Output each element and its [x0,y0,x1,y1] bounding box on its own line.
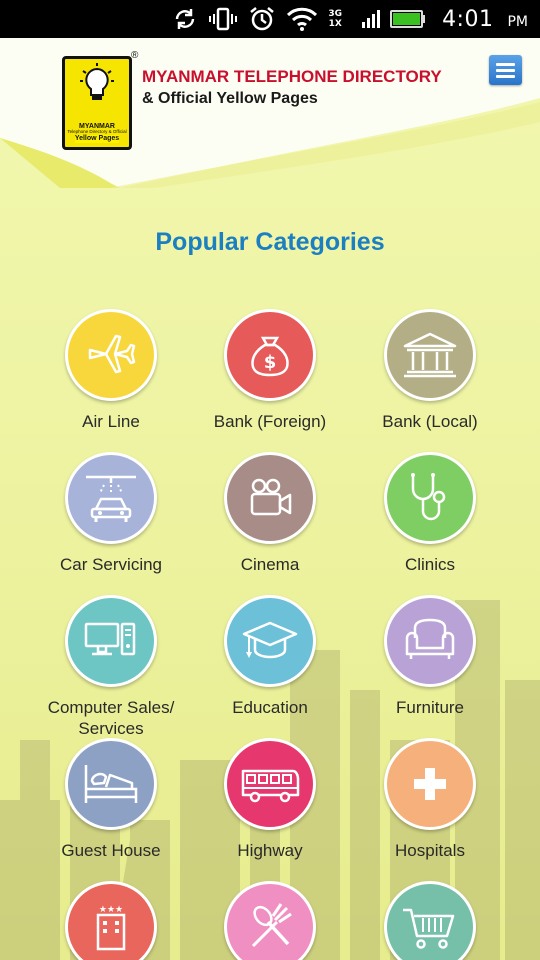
category-icon-circle [224,452,316,544]
category-guest-house[interactable]: Guest House [31,738,191,861]
category-cinema[interactable]: Cinema [190,452,350,575]
category-computer-sales[interactable]: Computer Sales/ Services [31,595,191,739]
category-car-servicing[interactable]: Car Servicing [31,452,191,575]
restaurant-icon [251,903,292,948]
category-label-line-1: Computer Sales/ [47,698,175,717]
category-icon-circle [65,595,157,687]
category-label: Air Line [82,412,140,431]
shopping-cart-icon [403,908,455,949]
category-hospitals[interactable]: Hospitals [350,738,510,861]
category-education[interactable]: Education [190,595,350,718]
plus-icon [414,768,446,800]
category-air-line[interactable]: Air Line [31,309,191,432]
category-label: Hospitals [395,841,465,860]
category-label: Clinics [404,555,456,574]
category-label: Bank (Local) [382,412,478,431]
category-icon-circle [384,309,476,401]
category-icon-circle [65,309,157,401]
category-icon-circle [384,595,476,687]
category-clinics[interactable]: Clinics [350,452,510,575]
category-restaurant[interactable] [190,881,350,960]
category-highway[interactable]: Highway [190,738,350,861]
svg-text:$: $ [264,352,277,373]
category-icon-circle [65,738,157,830]
category-label: Cinema [240,555,300,574]
category-label: Guest House [61,841,161,860]
category-label: Furniture [395,698,465,717]
category-label: Education [232,698,308,717]
svg-text:★★★: ★★★ [99,905,123,915]
category-furniture[interactable]: Furniture [350,595,510,718]
graduation-cap-icon [242,621,298,659]
category-label-line-2: Services [78,719,144,738]
bus-icon [241,769,300,803]
category-label: Highway [237,841,303,860]
bed-icon [84,765,138,803]
category-bank-local[interactable]: Bank (Local) [350,309,510,432]
category-icon-circle [384,738,476,830]
category-label: Computer Sales/ Services [31,697,191,739]
car-wash-icon [86,475,136,522]
category-icon-circle [224,738,316,830]
armchair-icon [405,618,455,659]
computer-icon [84,622,136,656]
category-bank-foreign[interactable]: $ Bank (Foreign) [190,309,350,432]
category-icon-circle [224,881,316,960]
stethoscope-icon [411,473,446,521]
category-icon-circle: $ [224,309,316,401]
hotel-icon: ★★★ [96,905,126,951]
category-icon-circle [65,452,157,544]
category-label: Bank (Foreign) [213,412,327,431]
category-shopping[interactable] [350,881,510,960]
category-hotel[interactable]: ★★★ [31,881,191,960]
category-icon-circle [384,452,476,544]
category-icon-circle [384,881,476,960]
category-grid: Air Line $ Bank (Foreign) Bank (Local) C… [0,0,540,960]
category-icon-circle [224,595,316,687]
airplane-icon [88,334,136,374]
money-bag-icon: $ [251,336,289,377]
category-label: Car Servicing [59,555,163,574]
category-icon-circle: ★★★ [65,881,157,960]
bank-building-icon [403,332,457,378]
video-camera-icon [250,478,292,516]
